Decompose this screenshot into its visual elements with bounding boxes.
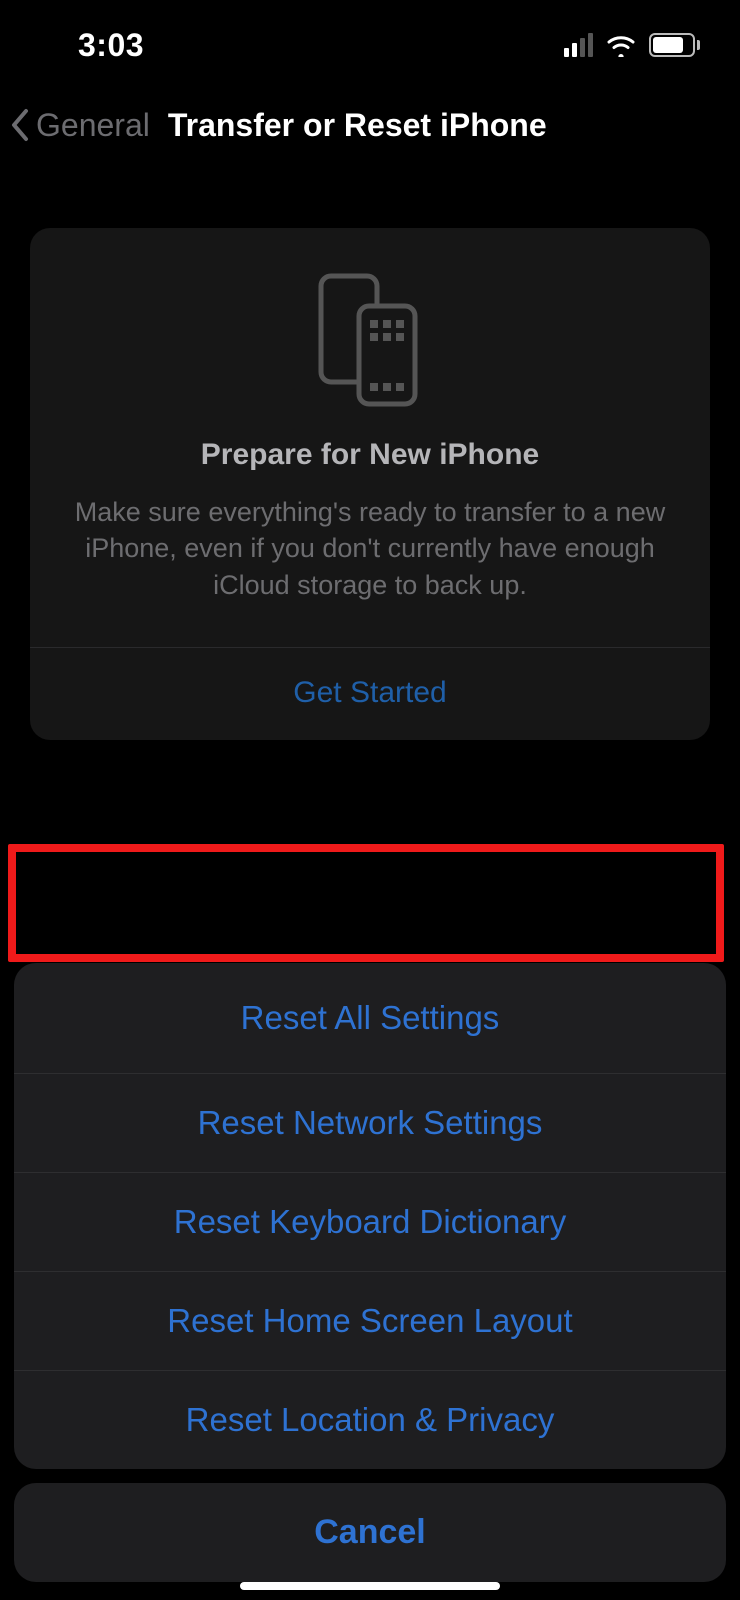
- cancel-button[interactable]: Cancel: [14, 1483, 726, 1582]
- transfer-phones-icon: [60, 270, 680, 410]
- reset-action-sheet: Reset All Settings Reset Network Setting…: [14, 963, 726, 1582]
- cellular-icon: [564, 33, 593, 57]
- reset-home-screen-layout-button[interactable]: Reset Home Screen Layout: [14, 1271, 726, 1370]
- get-started-button[interactable]: Get Started: [60, 648, 680, 740]
- nav-bar: General Transfer or Reset iPhone: [0, 90, 740, 160]
- prepare-card-description: Make sure everything's ready to transfer…: [60, 494, 680, 603]
- prepare-card-title: Prepare for New iPhone: [60, 438, 680, 472]
- reset-network-settings-button[interactable]: Reset Network Settings: [14, 1073, 726, 1172]
- page-title: Transfer or Reset iPhone: [168, 107, 547, 144]
- status-bar: 3:03: [0, 0, 740, 90]
- reset-all-settings-button[interactable]: Reset All Settings: [14, 963, 726, 1073]
- reset-location-privacy-button[interactable]: Reset Location & Privacy: [14, 1370, 726, 1469]
- annotation-highlight: [8, 844, 724, 962]
- back-button-label[interactable]: General: [36, 107, 150, 144]
- reset-options-group: Reset All Settings Reset Network Setting…: [14, 963, 726, 1469]
- back-chevron-icon[interactable]: [8, 105, 32, 145]
- reset-keyboard-dictionary-button[interactable]: Reset Keyboard Dictionary: [14, 1172, 726, 1271]
- status-time: 3:03: [78, 27, 144, 64]
- battery-icon: [649, 33, 700, 57]
- wifi-icon: [605, 33, 637, 57]
- home-indicator[interactable]: [240, 1582, 500, 1590]
- status-indicators: [564, 33, 700, 57]
- prepare-card: Prepare for New iPhone Make sure everyth…: [30, 228, 710, 740]
